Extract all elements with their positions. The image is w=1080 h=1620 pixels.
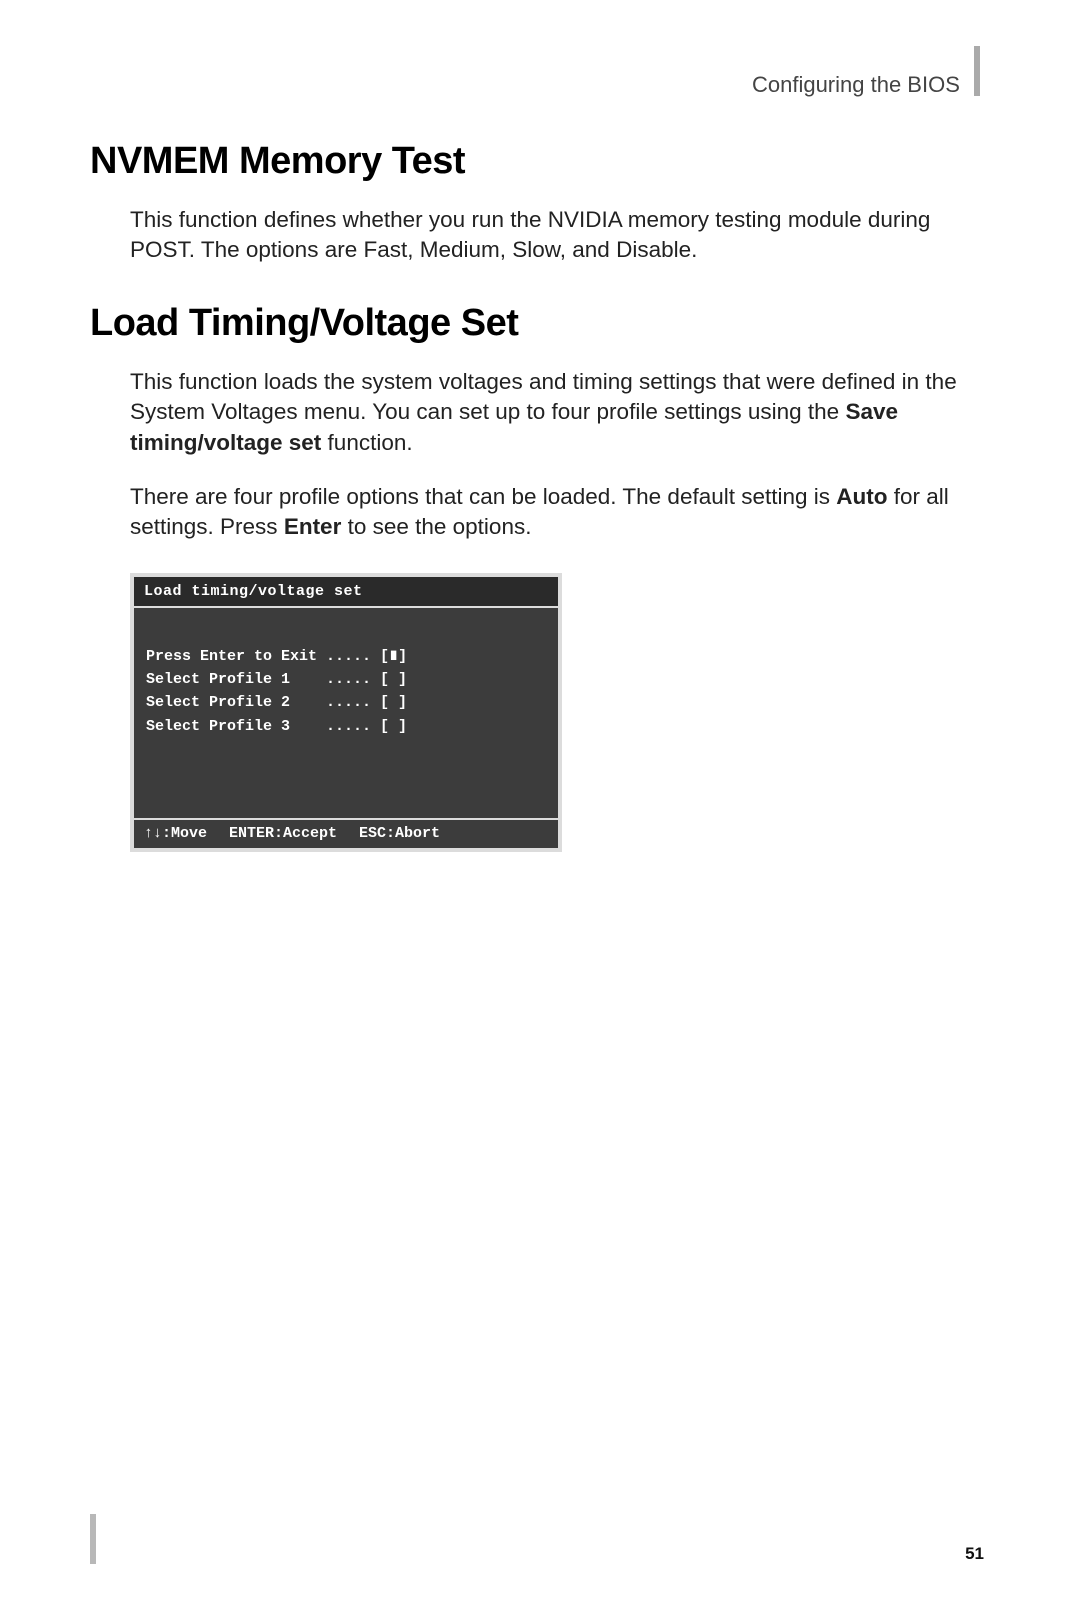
bios-dialog-body: Press Enter to Exit ..... [∎] Select Pro… [134, 608, 558, 818]
bios-row-profile-3[interactable]: Select Profile 3 ..... [ ] [146, 718, 407, 735]
p2-bold-enter: Enter [284, 514, 342, 539]
bios-row-profile-2[interactable]: Select Profile 2 ..... [ ] [146, 694, 407, 711]
bios-hint-accept: ENTER:Accept [229, 825, 337, 842]
p2-part-a: There are four profile options that can … [130, 484, 836, 509]
bios-dialog-footer: ↑↓:Move ENTER:Accept ESC:Abort [134, 818, 558, 848]
p2-part-c: to see the options. [341, 514, 531, 539]
heading-nvmem: NVMEM Memory Test [90, 140, 990, 183]
header-accent-bar [974, 46, 980, 96]
bios-hint-abort: ESC:Abort [359, 825, 440, 842]
page-header: Configuring the BIOS [90, 60, 990, 110]
heading-load-timing: Load Timing/Voltage Set [90, 302, 990, 345]
load-timing-paragraph-2: There are four profile options that can … [130, 482, 980, 543]
header-text: Configuring the BIOS [752, 72, 960, 98]
bios-row-profile-1[interactable]: Select Profile 1 ..... [ ] [146, 671, 407, 688]
bios-dialog-title: Load timing/voltage set [134, 577, 558, 608]
bios-hint-move: ↑↓:Move [144, 825, 207, 842]
bios-dialog: Load timing/voltage set Press Enter to E… [130, 573, 562, 852]
footer-accent-bar [90, 1514, 96, 1564]
nvmem-paragraph: This function defines whether you run th… [130, 205, 980, 266]
page-number: 51 [965, 1544, 984, 1564]
p1-part-b: function. [321, 430, 412, 455]
p2-bold-auto: Auto [836, 484, 887, 509]
bios-row-exit[interactable]: Press Enter to Exit ..... [∎] [146, 648, 407, 665]
load-timing-paragraph-1: This function loads the system voltages … [130, 367, 980, 458]
p1-part-a: This function loads the system voltages … [130, 369, 957, 424]
